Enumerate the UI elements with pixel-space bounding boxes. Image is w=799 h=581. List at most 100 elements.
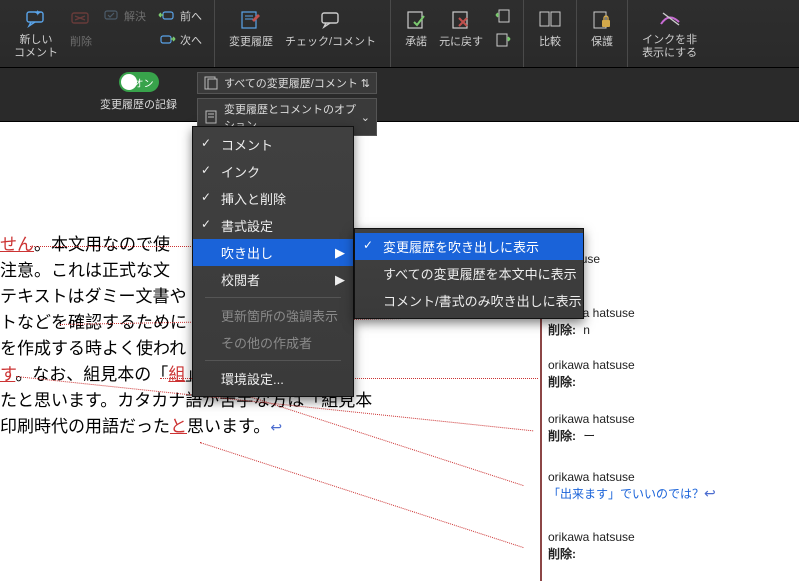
- svg-text:✦: ✦: [34, 10, 42, 18]
- doc-text: 組: [168, 365, 185, 384]
- menu-item-highlight: 更新箇所の強調表示: [193, 302, 353, 329]
- menu-item-format[interactable]: ✓ 書式設定: [193, 212, 353, 239]
- menu-item-ink[interactable]: ✓ インク: [193, 158, 353, 185]
- reject-icon: [451, 8, 471, 32]
- menu-item-balloons[interactable]: 吹き出し▶: [193, 239, 353, 266]
- leader-line: [200, 442, 524, 548]
- delete-comment-label: 削除: [70, 36, 92, 49]
- submenu-arrow-icon: ▶: [335, 272, 345, 288]
- menu-item-other-authors: その他の作成者: [193, 329, 353, 356]
- reject-button[interactable]: 元に戻す: [433, 4, 489, 64]
- delete-comment-button: 削除: [64, 4, 98, 64]
- menu-label: 変更履歴を吹き出しに表示: [383, 240, 539, 255]
- document-area: せん。本文用なので使 注意。これは正式な文 テキストはダミー文書やれる トなどを…: [0, 122, 799, 581]
- markup-options-menu: ✓コメント ✓ インク ✓ 挿入と削除 ✓ 書式設定 吹き出し▶ 校閲者 ▶ 更新箇所の…: [192, 126, 354, 397]
- menu-label: 挿入と削除: [221, 192, 286, 207]
- new-comment-button[interactable]: ✦ 新しいコメント: [8, 4, 64, 64]
- track-entry[interactable]: orikawa hatsuse削除:: [548, 530, 635, 562]
- compare-icon: [538, 8, 562, 32]
- menu-separator: [205, 297, 341, 298]
- submenu-item-balloon-show[interactable]: ✓ 変更履歴を吹き出しに表示: [355, 233, 583, 260]
- track-entry[interactable]: orikawa hatsuse 削除:: [548, 358, 635, 390]
- check-icon: ✓: [363, 238, 373, 252]
- doc-text: ん: [17, 235, 34, 254]
- ribbon: ✦ 新しいコメント 削除 解決 前へ 次へ: [0, 0, 799, 68]
- menu-item-prefs[interactable]: 環境設定...: [193, 365, 353, 392]
- track-label: 変更履歴: [229, 36, 273, 49]
- menu-label: コメント/書式のみ吹き出しに表示: [383, 294, 582, 309]
- accept-button[interactable]: 承諾: [399, 4, 433, 64]
- track-author: orikawa hatsuse: [548, 358, 635, 372]
- menu-label: 書式設定: [221, 219, 273, 234]
- menu-label: 校閲者: [221, 273, 260, 288]
- group-ink: インクを非表示にする: [628, 0, 711, 67]
- new-comment-label: 新しいコメント: [14, 34, 58, 60]
- comment-text: 「出来ます」でいいのでは？: [548, 487, 704, 501]
- next-comment-button[interactable]: 次へ: [154, 28, 206, 52]
- record-toggle-label: 変更履歴の記録: [100, 96, 177, 112]
- hide-ink-button[interactable]: インクを非表示にする: [636, 4, 703, 64]
- track-author: orikawa hatsuse: [548, 470, 635, 484]
- group-changes: 承諾 元に戻す: [391, 0, 524, 67]
- doc-text: テキストはダミー文書や: [0, 287, 187, 306]
- compare-label: 比較: [539, 36, 561, 49]
- doc-text: 印刷時代の用語だった: [0, 417, 170, 436]
- accept-label: 承諾: [405, 36, 427, 49]
- track-label: 削除:: [548, 375, 576, 389]
- menu-item-reviewers[interactable]: 校閲者 ▶: [193, 266, 353, 293]
- balloons-submenu: ✓ 変更履歴を吹き出しに表示 すべての変更履歴を本文中に表示 コメント/書式のみ吹…: [354, 228, 584, 319]
- doc-pages-icon: [204, 76, 218, 90]
- track-label: 削除:: [548, 429, 576, 443]
- group-comments: ✦ 新しいコメント 削除 解決 前へ 次へ: [0, 0, 215, 67]
- menu-label: インク: [221, 165, 260, 180]
- toggle-knob: [121, 74, 137, 90]
- check-label: チェック/コメント: [285, 36, 376, 49]
- menu-label: 環境設定...: [221, 372, 284, 387]
- record-toggle[interactable]: オン: [119, 72, 159, 92]
- group-protect: 保護: [577, 0, 628, 67]
- prev-comment-label: 前へ: [180, 8, 202, 24]
- check-icon: ✓: [201, 217, 211, 231]
- menu-item-insdel[interactable]: ✓ 挿入と削除: [193, 185, 353, 212]
- track-comment-entry[interactable]: orikawa hatsuse「出来ます」でいいのでは？↩: [548, 470, 716, 502]
- resolve-label: 解決: [124, 8, 146, 24]
- group-tracking: 変更履歴 チェック/コメント: [215, 0, 391, 67]
- doc-text: す: [0, 365, 15, 384]
- protect-button[interactable]: 保護: [585, 4, 619, 64]
- menu-item-comments[interactable]: ✓コメント: [193, 131, 353, 158]
- next-change-button[interactable]: [491, 28, 515, 52]
- check-comment-button[interactable]: チェック/コメント: [279, 4, 382, 64]
- next-comment-label: 次へ: [180, 32, 202, 48]
- track-label: 削除:: [548, 547, 576, 561]
- menu-label: コメント: [221, 138, 273, 153]
- ink-off-icon: [659, 8, 681, 30]
- track-label: 削除:: [548, 323, 576, 337]
- accept-icon: [406, 8, 426, 32]
- display-for-selector[interactable]: すべての変更履歴/コメント ⇅: [197, 72, 377, 94]
- toggle-on-text: オン: [134, 75, 154, 90]
- track-value: n: [583, 323, 590, 337]
- menu-label: 吹き出し: [221, 246, 273, 261]
- check-icon: ✓: [201, 163, 211, 177]
- doc-text: 。なお、組見本の「: [15, 365, 168, 384]
- submenu-item-inline-show[interactable]: すべての変更履歴を本文中に表示: [355, 260, 583, 287]
- menu-label: その他の作成者: [221, 336, 312, 351]
- doc-text: を作成する時よく使われ: [0, 339, 186, 358]
- tracking-options-bar: オン 変更履歴の記録 すべての変更履歴/コメント ⇅ 変更履歴とコメントのオプシ…: [0, 68, 799, 122]
- track-entry[interactable]: orikawa hatsuse削除: ー: [548, 412, 635, 444]
- prev-change-button[interactable]: [491, 4, 515, 28]
- check-icon: ✓: [201, 190, 211, 204]
- doc-text: せ: [0, 235, 17, 254]
- ink-off-label: インクを非表示にする: [642, 34, 697, 60]
- doc-text: 注意。これは正式な文: [0, 261, 170, 280]
- next-comment-icon: [158, 34, 176, 46]
- display-for-value: すべての変更履歴/コメント: [224, 75, 358, 91]
- prev-comment-button[interactable]: 前へ: [154, 4, 206, 28]
- group-compare: 比較: [524, 0, 577, 67]
- reject-label: 元に戻す: [439, 36, 483, 49]
- check-comment-icon: [320, 8, 342, 32]
- compare-button[interactable]: 比較: [532, 4, 568, 64]
- track-changes-button[interactable]: 変更履歴: [223, 4, 279, 64]
- protect-label: 保護: [591, 36, 613, 49]
- submenu-item-comment-only[interactable]: コメント/書式のみ吹き出しに表示: [355, 287, 583, 314]
